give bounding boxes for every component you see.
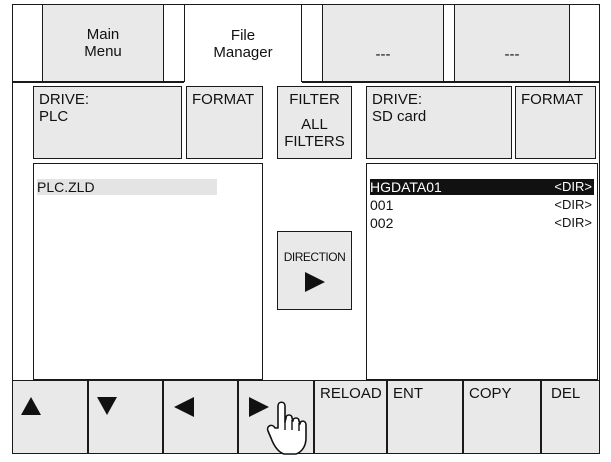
arrow-down-icon — [97, 397, 117, 415]
copy-button[interactable]: COPY — [463, 380, 541, 454]
dir-name: HGDATA01 — [370, 179, 442, 195]
reload-button[interactable]: RELOAD — [314, 380, 387, 454]
list-item[interactable]: 002 <DIR> — [370, 215, 594, 231]
arrow-up-icon — [21, 397, 41, 415]
right-format-label: FORMAT — [521, 91, 584, 108]
del-label: DEL — [551, 385, 581, 402]
right-format-button[interactable]: FORMAT — [515, 86, 596, 159]
play-right-icon — [304, 272, 325, 292]
tab-empty-2-label: --- — [504, 45, 520, 63]
tab-file-manager-line1: File — [230, 26, 256, 44]
ent-button[interactable]: ENT — [387, 380, 463, 454]
dir-tag: <DIR> — [554, 179, 592, 194]
move-left-button[interactable] — [163, 380, 238, 454]
tab-file-manager-line2: Manager — [213, 43, 273, 61]
dir-name: 001 — [370, 197, 394, 213]
left-drive-value: PLC — [39, 108, 69, 125]
reload-label: RELOAD — [320, 385, 382, 402]
tab-file-manager[interactable]: File Manager — [184, 4, 302, 82]
scroll-down-button[interactable] — [88, 380, 163, 454]
list-item[interactable]: 001 <DIR> — [370, 197, 594, 213]
left-drive-button[interactable]: DRIVE: PLC — [33, 86, 182, 159]
tab-main-menu[interactable]: Main Menu — [42, 4, 164, 82]
ent-label: ENT — [393, 385, 423, 402]
arrow-left-icon — [174, 397, 194, 417]
filter-button[interactable]: FILTER ALL FILTERS — [277, 86, 352, 159]
tab-empty-2[interactable]: --- — [454, 4, 570, 82]
direction-label: DIRECTION — [283, 250, 346, 264]
left-file-list[interactable]: PLC.ZLD — [33, 163, 263, 380]
direction-button[interactable]: DIRECTION — [277, 231, 352, 310]
right-drive-button[interactable]: DRIVE: SD card — [366, 86, 512, 159]
filter-value-line1: ALL — [301, 116, 328, 133]
right-drive-value: SD card — [372, 108, 427, 125]
list-item[interactable]: HGDATA01 <DIR> — [370, 179, 594, 195]
left-drive-label: DRIVE: — [39, 91, 90, 108]
tab-empty-1-label: --- — [375, 45, 391, 63]
filter-label: FILTER — [289, 91, 340, 108]
scroll-up-button[interactable] — [12, 380, 88, 454]
right-file-list[interactable]: HGDATA01 <DIR> 001 <DIR> 002 <DIR> — [366, 163, 598, 380]
tab-main-menu-line2: Menu — [84, 43, 122, 60]
filter-value-line2: FILTERS — [284, 133, 345, 150]
right-drive-label: DRIVE: — [372, 91, 423, 108]
tab-underline — [12, 81, 184, 83]
dir-tag: <DIR> — [554, 215, 592, 230]
tab-main-menu-line1: Main — [86, 26, 120, 43]
dir-name: 002 — [370, 215, 394, 231]
file-name: PLC.ZLD — [37, 179, 95, 195]
hand-pointer-icon — [266, 401, 307, 455]
del-button[interactable]: DEL — [541, 380, 600, 454]
tab-empty-1[interactable]: --- — [322, 4, 444, 82]
dir-tag: <DIR> — [554, 197, 592, 212]
list-item[interactable]: PLC.ZLD — [37, 179, 259, 195]
left-format-label: FORMAT — [192, 91, 255, 108]
tab-underline-right — [302, 81, 600, 83]
left-format-button[interactable]: FORMAT — [186, 86, 263, 159]
copy-label: COPY — [469, 385, 512, 402]
